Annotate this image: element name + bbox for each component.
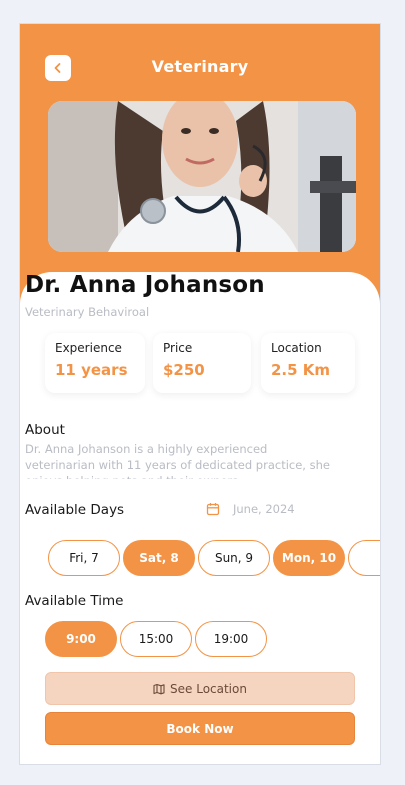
day-pill[interactable]: Sat, 8 (123, 540, 195, 576)
stat-value: $250 (163, 361, 205, 379)
see-location-label: See Location (170, 681, 247, 696)
book-now-button[interactable]: Book Now (45, 712, 355, 745)
about-heading: About (25, 422, 65, 438)
time-pill[interactable]: 19:00 (195, 621, 267, 657)
stat-location: Location 2.5 Km (261, 333, 355, 393)
day-pill[interactable]: Sun, 9 (198, 540, 270, 576)
stat-label: Experience (55, 341, 122, 355)
doctor-photo (48, 101, 356, 252)
day-pill[interactable]: Fri, 7 (48, 540, 120, 576)
page-title: Veterinary (151, 57, 249, 76)
day-pill[interactable]: Mon, 10 (273, 540, 345, 576)
time-pill[interactable]: 15:00 (120, 621, 192, 657)
time-selector: 9:00 15:00 19:00 (45, 621, 365, 658)
day-selector: Fri, 7 Sat, 8 Sun, 9 Mon, 10 (48, 540, 380, 577)
month-selector[interactable]: June, 2024 (206, 502, 295, 516)
see-location-button[interactable]: See Location (45, 672, 355, 705)
book-now-label: Book Now (166, 721, 234, 736)
calendar-icon (206, 503, 220, 516)
time-pill[interactable]: 9:00 (45, 621, 117, 657)
stat-label: Price (163, 341, 193, 355)
stat-label: Location (271, 341, 322, 355)
month-label: June, 2024 (233, 502, 295, 516)
available-days-heading: Available Days (25, 502, 125, 518)
day-pill[interactable] (348, 540, 380, 576)
stat-price: Price $250 (153, 333, 251, 393)
stat-experience: Experience 11 years (45, 333, 145, 393)
about-text: Dr. Anna Johanson is a highly experience… (25, 442, 330, 479)
doctor-specialty: Veterinary Behaviroal (25, 305, 150, 319)
available-time-heading: Available Time (25, 593, 124, 609)
doctor-name: Dr. Anna Johanson (25, 272, 265, 298)
stat-value: 11 years (55, 361, 128, 379)
stat-value: 2.5 Km (271, 361, 331, 379)
map-icon (153, 683, 165, 694)
